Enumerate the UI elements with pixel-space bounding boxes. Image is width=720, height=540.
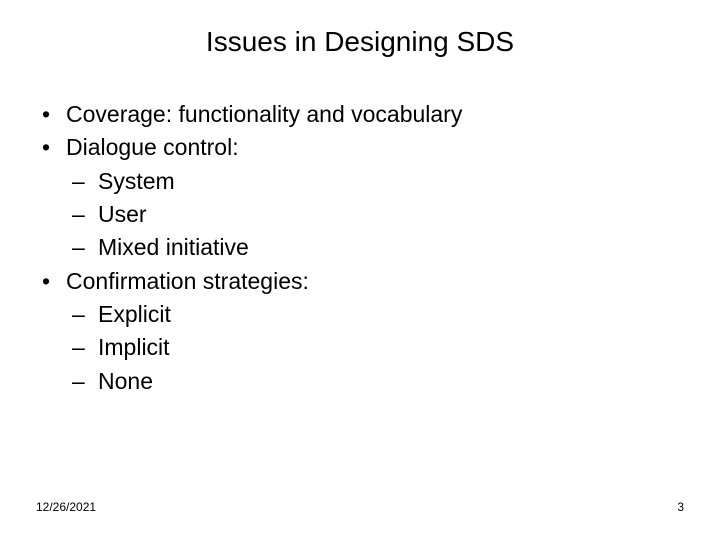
list-item: – Implicit xyxy=(36,331,680,364)
bullet-icon: • xyxy=(36,98,66,131)
dash-icon: – xyxy=(72,198,98,231)
list-item: – User xyxy=(36,198,680,231)
slide-footer: 12/26/2021 3 xyxy=(36,500,684,514)
list-item: • Coverage: functionality and vocabulary xyxy=(36,98,680,131)
list-item: • Confirmation strategies: xyxy=(36,265,680,298)
list-item: • Dialogue control: xyxy=(36,131,680,164)
list-item: – None xyxy=(36,365,680,398)
slide-content: • Coverage: functionality and vocabulary… xyxy=(0,98,720,398)
sub-text: Explicit xyxy=(98,298,680,331)
bullet-icon: • xyxy=(36,131,66,164)
sub-text: User xyxy=(98,198,680,231)
sub-text: Mixed initiative xyxy=(98,231,680,264)
sub-text: Implicit xyxy=(98,331,680,364)
bullet-text: Dialogue control: xyxy=(66,131,680,164)
dash-icon: – xyxy=(72,365,98,398)
slide-title: Issues in Designing SDS xyxy=(0,0,720,98)
dash-icon: – xyxy=(72,231,98,264)
footer-page-number: 3 xyxy=(677,500,684,514)
dash-icon: – xyxy=(72,298,98,331)
dash-icon: – xyxy=(72,331,98,364)
bullet-text: Coverage: functionality and vocabulary xyxy=(66,98,680,131)
list-item: – System xyxy=(36,165,680,198)
slide: Issues in Designing SDS • Coverage: func… xyxy=(0,0,720,540)
list-item: – Explicit xyxy=(36,298,680,331)
dash-icon: – xyxy=(72,165,98,198)
sub-text: System xyxy=(98,165,680,198)
sub-text: None xyxy=(98,365,680,398)
footer-date: 12/26/2021 xyxy=(36,500,96,514)
bullet-icon: • xyxy=(36,265,66,298)
list-item: – Mixed initiative xyxy=(36,231,680,264)
bullet-text: Confirmation strategies: xyxy=(66,265,680,298)
